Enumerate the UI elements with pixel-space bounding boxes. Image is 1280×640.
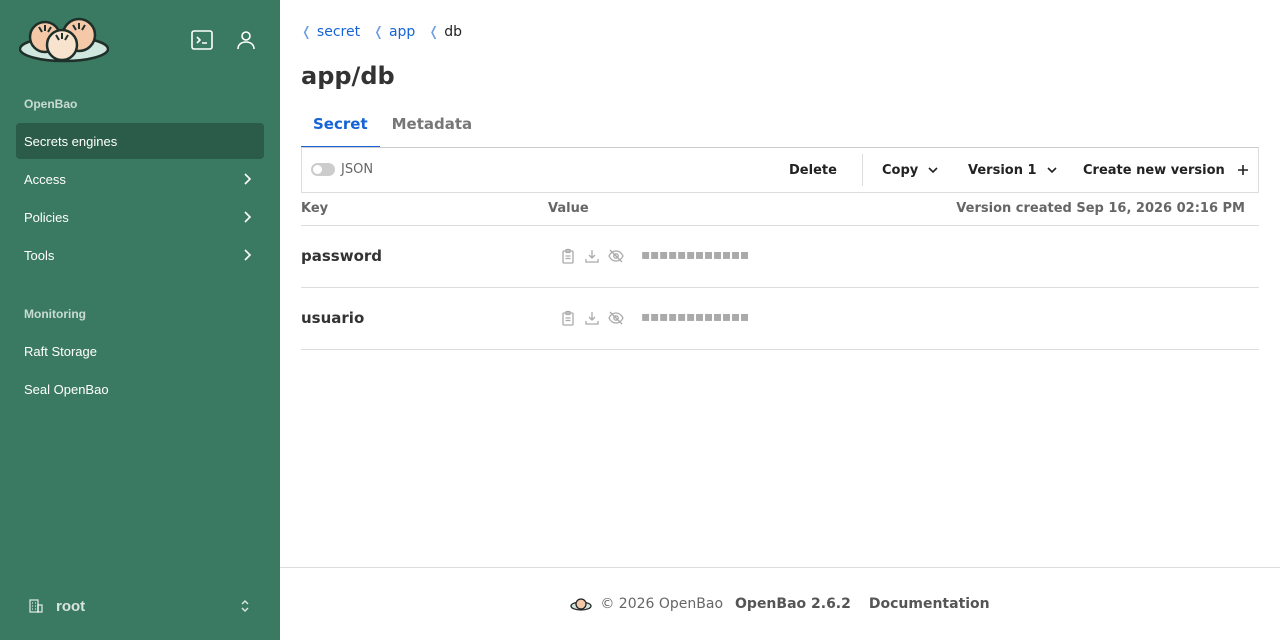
masked-value: ▪▪▪▪▪▪▪▪▪▪▪▪: [641, 309, 749, 325]
clipboard-icon[interactable]: [560, 248, 576, 264]
main-content: ❬ secret ❬ app ❬ db app/db Secret Metada…: [280, 0, 1280, 640]
row-actions: [560, 310, 624, 326]
section-label-monitoring: Monitoring: [24, 307, 86, 321]
app-version: OpenBao 2.6.2: [735, 596, 851, 612]
toggle-knob: [313, 165, 322, 174]
sidebar-item-access[interactable]: Access: [16, 161, 264, 197]
sidebar-item-secrets-engines[interactable]: Secrets engines: [16, 123, 264, 159]
building-icon: [29, 599, 43, 613]
secret-key: usuario: [301, 309, 365, 327]
sidebar-item-label: Secrets engines: [24, 133, 118, 149]
table-row: password ▪▪▪▪▪▪▪▪▪▪▪▪: [301, 226, 1259, 288]
version-created: Version created Sep 16, 2026 02:16 PM: [956, 201, 1245, 216]
breadcrumb-item: ❬ secret: [301, 24, 360, 40]
documentation-link[interactable]: Documentation: [869, 596, 990, 612]
eye-slash-icon[interactable]: [608, 248, 624, 264]
breadcrumb-separator-icon: ❬: [301, 24, 312, 40]
create-new-version-button[interactable]: Create new version: [1083, 148, 1249, 192]
toolbar: JSON Delete Copy Version 1 Create new ve…: [301, 147, 1259, 193]
table-header: Key Value Version created Sep 16, 2026 0…: [301, 193, 1259, 226]
copy-dropdown[interactable]: Copy: [882, 148, 939, 192]
table-row: usuario ▪▪▪▪▪▪▪▪▪▪▪▪: [301, 288, 1259, 350]
sidebar-item-label: Raft Storage: [24, 343, 97, 359]
breadcrumb-item: ❬ db: [428, 24, 462, 40]
delete-label: Delete: [789, 162, 837, 178]
sidebar-item-raft-storage[interactable]: Raft Storage: [16, 333, 264, 369]
breadcrumb-link-app[interactable]: app: [389, 24, 415, 40]
sidebar-item-label: Seal OpenBao: [24, 381, 109, 397]
openbao-logo[interactable]: [19, 17, 109, 63]
version-label: Version 1: [968, 162, 1037, 178]
copy-label: Copy: [882, 162, 919, 178]
breadcrumb-item: ❬ app: [373, 24, 415, 40]
download-icon[interactable]: [584, 310, 600, 326]
breadcrumb-separator-icon: ❬: [373, 24, 384, 40]
chevron-down-icon: [928, 167, 938, 174]
json-toggle[interactable]: [311, 163, 335, 176]
section-label-openbao: OpenBao: [24, 97, 78, 111]
namespace-label: root: [56, 597, 86, 615]
breadcrumb-current: db: [444, 24, 463, 40]
create-label: Create new version: [1083, 162, 1225, 178]
sidebar-item-tools[interactable]: Tools: [16, 237, 264, 273]
eye-slash-icon[interactable]: [608, 310, 624, 326]
chevron-right-icon: [244, 211, 252, 223]
breadcrumb-separator-icon: ❬: [428, 24, 440, 40]
sidebar: OpenBao Secrets engines Access Policies …: [0, 0, 280, 640]
terminal-icon[interactable]: [190, 28, 214, 52]
breadcrumb: ❬ secret ❬ app ❬ db: [301, 24, 475, 40]
sidebar-item-label: Access: [24, 171, 66, 187]
plus-icon: [1237, 165, 1248, 175]
toolbar-divider: [862, 154, 863, 186]
chevron-updown-icon: [241, 599, 249, 613]
download-icon[interactable]: [584, 248, 600, 264]
copyright: © 2026 OpenBao: [600, 596, 724, 612]
column-header-value: Value: [548, 201, 589, 216]
row-actions: [560, 248, 624, 264]
breadcrumb-link-secret[interactable]: secret: [317, 24, 360, 40]
namespace-picker[interactable]: root: [28, 596, 252, 616]
sidebar-item-policies[interactable]: Policies: [16, 199, 264, 235]
footer: © 2026 OpenBao OpenBao 2.6.2 Documentati…: [280, 567, 1280, 640]
sidebar-item-seal-openbao[interactable]: Seal OpenBao: [16, 371, 264, 407]
tab-secret[interactable]: Secret: [301, 110, 380, 148]
sidebar-item-label: Policies: [24, 209, 69, 225]
openbao-logo-small: [570, 598, 592, 611]
sidebar-item-label: Tools: [24, 247, 55, 263]
tab-metadata[interactable]: Metadata: [380, 110, 485, 148]
chevron-right-icon: [244, 173, 252, 185]
json-toggle-label: JSON: [341, 162, 374, 177]
tab-bar: Secret Metadata: [301, 110, 1259, 148]
user-icon[interactable]: [234, 28, 258, 52]
masked-value: ▪▪▪▪▪▪▪▪▪▪▪▪: [641, 247, 749, 263]
chevron-down-icon: [1046, 167, 1057, 174]
clipboard-icon[interactable]: [560, 310, 576, 326]
secret-key: password: [301, 247, 383, 265]
page-title: app/db: [301, 62, 395, 90]
delete-button[interactable]: Delete: [789, 148, 837, 192]
version-dropdown[interactable]: Version 1: [968, 148, 1058, 192]
column-header-key: Key: [301, 201, 329, 216]
chevron-right-icon: [244, 249, 252, 261]
